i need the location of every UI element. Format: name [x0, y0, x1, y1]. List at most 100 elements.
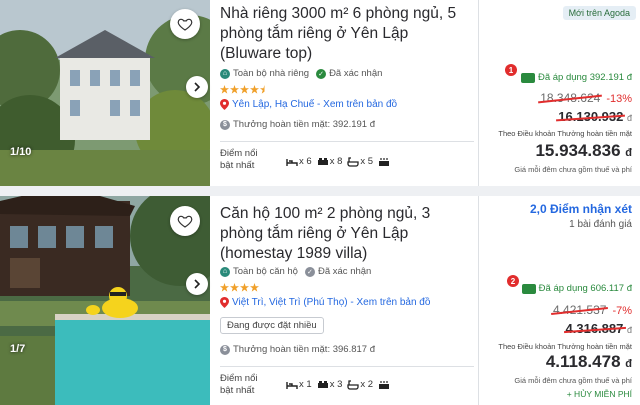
coupon-applied-text: Đã áp dụng 606.117 đ: [538, 283, 632, 294]
star-icon: [250, 85, 259, 94]
location-link[interactable]: Yên Lập, Hạ Chuế - Xem trên bản đồ: [220, 99, 397, 110]
property-type: Toàn bộ căn hộ: [233, 266, 298, 277]
coupon-applied[interactable]: Đã áp dụng 392.191 đ: [520, 72, 632, 83]
cashback-terms[interactable]: Theo Điều khoản Thưởng hoàn tiền mặt: [498, 129, 632, 138]
check-circle-icon: ✓: [316, 68, 327, 79]
listing-info: Nhà riêng 3000 m² 6 phòng ngủ, 5 phòng t…: [220, 0, 474, 186]
kitchen-icon: [378, 380, 390, 390]
bed-icon: x 1: [286, 379, 312, 390]
home-icon: ⌂: [220, 266, 230, 277]
original-price: 4.421.537: [553, 303, 607, 317]
original-price: 18.348.624: [540, 91, 601, 105]
coupon-badge: 2: [507, 275, 519, 287]
favorite-heart-icon[interactable]: [170, 9, 200, 39]
discount-percent: -7%: [612, 305, 632, 317]
bed-icon: x 6: [286, 156, 312, 167]
new-on-agoda-badge: Mới trên Agoda: [562, 6, 636, 20]
mid-price-row: 16.130.932 đ: [558, 109, 632, 124]
listing-title[interactable]: Căn hộ 100 m² 2 phòng ngủ, 3 phòng tắm r…: [220, 204, 460, 264]
star-icon: [230, 283, 239, 292]
amenity-list: x 1 x 3 x 2: [286, 379, 390, 390]
final-price: 4.118.478: [545, 352, 621, 371]
verified-label: Đã xác nhận: [317, 266, 372, 277]
amenity-list: x 6 x 8 x 5: [286, 156, 390, 167]
coupon-applied-text: Đã áp dụng 392.191 đ: [537, 72, 632, 83]
photo-counter: 1/7: [10, 343, 26, 355]
star-icon: [240, 85, 249, 94]
price-note: Giá mỗi đêm chưa gồm thuế và phí: [514, 165, 632, 174]
property-meta: ⌂ Toàn bộ nhà riêng ✓ Đã xác nhận: [220, 68, 382, 79]
final-price: 15.934.836: [535, 141, 621, 160]
review-score[interactable]: 2,0 Điểm nhận xét: [530, 202, 632, 216]
amenity-count: x 6: [299, 156, 312, 167]
price-panel: Mới trên Agoda 1 Đã áp dụng 392.191 đ 18…: [478, 0, 640, 186]
popular-tag: Đang được đặt nhiều: [220, 317, 324, 334]
mid-price-row: 4.316.887 đ: [566, 321, 632, 336]
favorite-heart-icon[interactable]: [170, 206, 200, 236]
check-circle-icon: ✓: [304, 266, 315, 277]
star-icon: [220, 283, 229, 292]
star-icon: [230, 85, 239, 94]
property-meta: ⌂ Toàn bộ căn hộ ✓ Đã xác nhận: [220, 266, 371, 277]
final-price-row: 4.118.478 đ: [546, 352, 632, 372]
discount-percent: -13%: [606, 93, 632, 105]
currency: đ: [625, 358, 632, 370]
star-rating: [220, 283, 259, 292]
star-rating: [220, 85, 269, 94]
cashback-info: $ Thưởng hoàn tiền mặt: 392.191 đ: [220, 119, 375, 130]
location-text: Yên Lập, Hạ Chuế - Xem trên bản đồ: [232, 99, 398, 110]
cashback-info: $ Thưởng hoàn tiền mặt: 396.817 đ: [220, 344, 375, 355]
original-price-row: 18.348.624 -13%: [540, 91, 632, 105]
final-price-row: 15.934.836 đ: [535, 141, 632, 161]
cashback-text: Thưởng hoàn tiền mặt: 392.191 đ: [233, 119, 375, 130]
free-cancellation: + HỦY MIỄN PHÍ: [566, 389, 632, 399]
cashback-icon: $: [220, 344, 230, 355]
coupon-applied[interactable]: Đã áp dụng 606.117 đ: [521, 283, 632, 294]
mid-price: 16.130.932: [558, 109, 624, 124]
coupon-badge: 1: [505, 64, 517, 76]
listing-card[interactable]: 1/7 Căn hộ 100 m² 2 phòng ngủ, 3 phòng t…: [0, 196, 640, 405]
currency: đ: [626, 325, 632, 335]
next-photo-chevron-right-icon[interactable]: [186, 76, 208, 98]
coupon-icon: [520, 72, 535, 83]
map-pin-icon: [220, 297, 229, 308]
amenity-count: x 1: [299, 379, 312, 390]
currency: đ: [626, 113, 632, 123]
amenity-count: x 5: [360, 156, 374, 167]
map-pin-icon: [220, 99, 229, 110]
amenities-row: Điểm nổi bật nhất x 6 x 8 x 5: [220, 141, 474, 186]
home-icon: ⌂: [220, 68, 230, 79]
bathtub-icon: x 5: [347, 156, 373, 167]
property-type: Toàn bộ nhà riêng: [233, 68, 310, 79]
location-link[interactable]: Việt Trì, Việt Trì (Phú Thọ) - Xem trên …: [220, 297, 430, 308]
bathtub-icon: x 2: [347, 379, 373, 390]
coupon-icon: [521, 283, 536, 294]
amenities-row: Điểm nổi bật nhất x 1 x 3 x 2: [220, 366, 474, 405]
currency: đ: [625, 147, 632, 159]
star-icon: [250, 283, 259, 292]
amenity-count: x 2: [360, 379, 374, 390]
kitchen-icon: [378, 157, 390, 167]
listing-title[interactable]: Nhà riêng 3000 m² 6 phòng ngủ, 5 phòng t…: [220, 4, 472, 64]
listing-card[interactable]: 1/10 Nhà riêng 3000 m² 6 phòng ngủ, 5 ph…: [0, 0, 640, 186]
double-bed-icon: x 8: [317, 156, 343, 167]
amenity-count: x 3: [329, 379, 343, 390]
review-count: 1 bài đánh giá: [569, 219, 632, 230]
cashback-icon: $: [220, 119, 230, 130]
original-price-row: 4.421.537 -7%: [553, 303, 632, 317]
price-note: Giá mỗi đêm chưa gồm thuế và phí: [514, 376, 632, 385]
amenity-count: x 8: [329, 156, 343, 167]
star-icon: [220, 85, 229, 94]
amenities-label: Điểm nổi bật nhất: [220, 148, 258, 171]
half-star-icon: [260, 85, 265, 94]
listing-info: Căn hộ 100 m² 2 phòng ngủ, 3 phòng tắm r…: [220, 196, 474, 405]
next-photo-chevron-right-icon[interactable]: [186, 273, 208, 295]
price-panel: 2,0 Điểm nhận xét 1 bài đánh giá 2 Đã áp…: [478, 196, 640, 405]
cashback-terms[interactable]: Theo Điều khoản Thưởng hoàn tiền mặt: [498, 342, 632, 351]
location-text: Việt Trì, Việt Trì (Phú Thọ) - Xem trên …: [232, 297, 431, 308]
double-bed-icon: x 3: [317, 379, 343, 390]
star-icon: [240, 283, 249, 292]
photo-counter: 1/10: [10, 146, 32, 158]
verified-label: Đã xác nhận: [329, 68, 383, 79]
cashback-text: Thưởng hoàn tiền mặt: 396.817 đ: [233, 344, 375, 355]
